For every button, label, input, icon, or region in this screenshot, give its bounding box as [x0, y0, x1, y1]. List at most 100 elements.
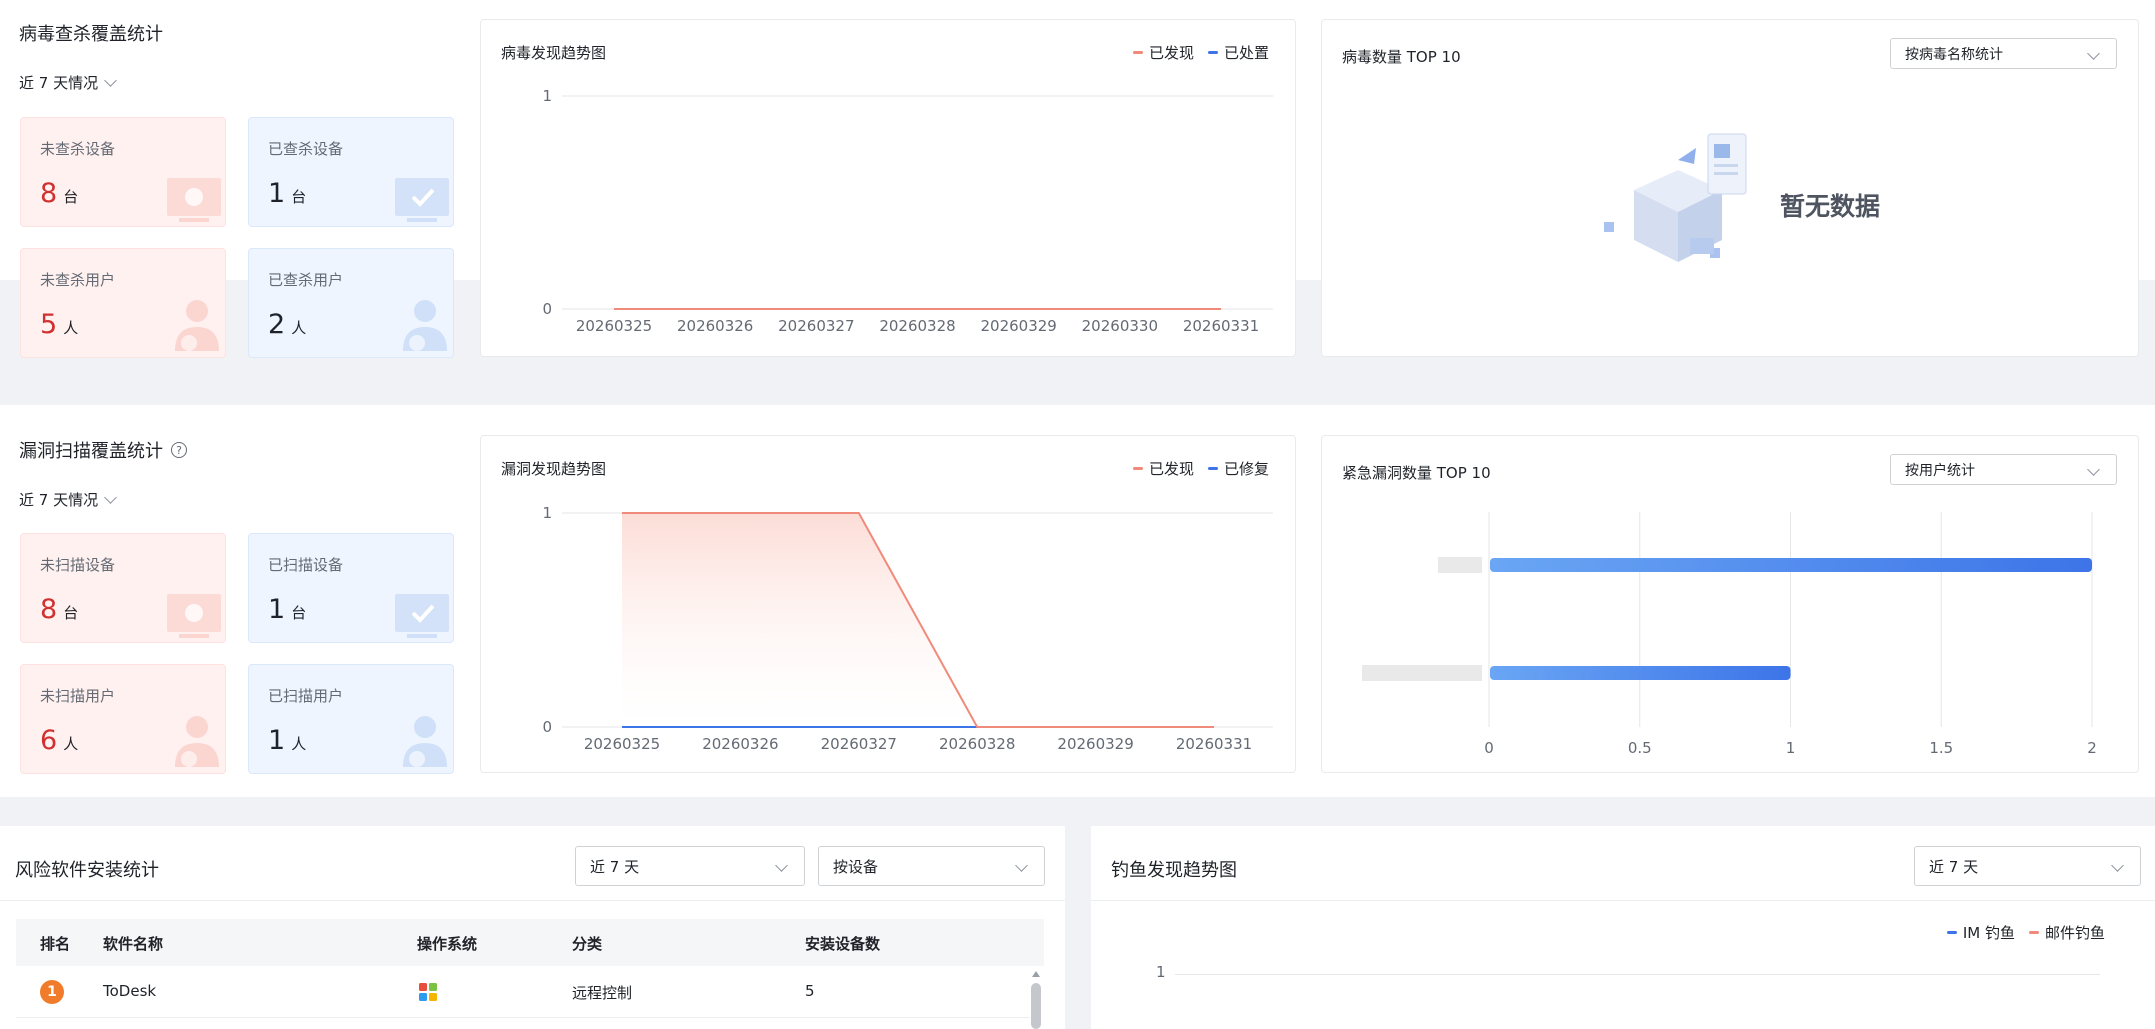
stat-label: 已查杀设备: [268, 140, 344, 158]
stat-value: 2: [268, 309, 286, 340]
x-tick-label: 1.5: [1929, 739, 1953, 757]
col-os: 操作系统: [417, 935, 478, 953]
user-virus-icon: [175, 300, 219, 351]
stat-card-unscanned-devices[interactable]: 未扫描设备 8台: [20, 533, 226, 643]
risk-software-title: 风险软件安装统计: [15, 860, 159, 881]
table-row[interactable]: 1 ToDesk 远程控制 5: [16, 966, 1030, 1018]
stat-value-wrap: 2人: [268, 309, 306, 340]
bar: [1490, 666, 1791, 680]
x-tick-label: 20260328: [879, 317, 955, 335]
stat-label: 未扫描设备: [40, 556, 116, 574]
stat-card-unscanned-users[interactable]: 未查杀用户 5人: [20, 248, 226, 358]
software-name: ToDesk: [103, 982, 157, 1000]
vuln-trend-chart: 0 1 20260325 20260326 20260327 20260328 202603…: [542, 504, 1273, 753]
stat-label: 已查杀用户: [268, 271, 344, 289]
stat-value-wrap: 1台: [268, 178, 306, 209]
stat-value: 5: [40, 309, 58, 340]
install-count: 5: [805, 982, 815, 1000]
col-software-name: 软件名称: [103, 935, 164, 953]
empty-data-illustration: [1604, 133, 1747, 262]
col-rank: 排名: [40, 935, 71, 953]
vuln-period-label: 近 7 天情况: [19, 491, 99, 509]
stat-value: 1: [268, 725, 286, 756]
stat-label: 已扫描用户: [268, 687, 344, 705]
stat-label: 未查杀设备: [40, 140, 116, 158]
risk-group-select[interactable]: 按设备: [818, 846, 1045, 886]
virus-trend-chart: 0 1 20260325 20260326 20260327 20260328 202603…: [542, 87, 1273, 335]
legend-label: 邮件钓鱼: [2044, 924, 2105, 942]
stat-label: 未扫描用户: [40, 687, 116, 705]
stat-unit: 台: [291, 188, 307, 206]
stat-card-unscanned-devices[interactable]: 未查杀设备 8台: [20, 117, 226, 227]
virus-top10-group-select[interactable]: 按病毒名称统计: [1890, 38, 2117, 69]
category-label-blurred: [1362, 665, 1482, 681]
x-tick-label: 0: [1484, 739, 1494, 757]
stat-value-wrap: 1台: [268, 594, 306, 625]
windows-icon: [419, 983, 437, 1001]
x-tick-label: 20260330: [1082, 317, 1158, 335]
virus-top10-card: 病毒数量 TOP 10 按病毒名称统计 暂无数据: [1321, 19, 2139, 357]
select-value: 按设备: [833, 857, 879, 876]
risk-software-panel: 风险软件安装统计 近 7 天 按设备 排名 软件名称 操作系统 分类 安装设备数…: [0, 826, 1065, 1029]
chevron-down-icon: [775, 859, 788, 872]
rank-badge: 1: [40, 980, 64, 1004]
bar: [1490, 558, 2092, 572]
x-tick-label: 20260329: [1057, 735, 1133, 753]
risk-period-select[interactable]: 近 7 天: [575, 846, 805, 886]
category: 远程控制: [572, 984, 633, 1002]
device-check-icon: [395, 594, 449, 638]
x-tick-label: 1: [1786, 739, 1796, 757]
stat-value: 1: [268, 594, 286, 625]
stat-card-unscanned-users[interactable]: 未扫描用户 6人: [20, 664, 226, 774]
x-tick-label: 20260325: [584, 735, 660, 753]
stat-unit: 人: [63, 319, 79, 337]
scroll-up-arrow[interactable]: [1032, 971, 1040, 977]
chevron-down-icon: [2111, 859, 2124, 872]
device-bug-icon: [167, 594, 221, 638]
x-tick-label: 20260329: [980, 317, 1056, 335]
x-tick-label: 2: [2087, 739, 2097, 757]
user-check-icon: [403, 716, 447, 767]
user-bug-icon: [175, 716, 219, 767]
device-check-icon: [395, 178, 449, 222]
stat-value-wrap: 1人: [268, 725, 306, 756]
y-tick-label: 1: [542, 504, 552, 522]
chevron-down-icon: [2087, 46, 2100, 60]
stat-value-wrap: 5人: [40, 309, 78, 340]
virus-top10-title: 病毒数量 TOP 10: [1342, 48, 1461, 66]
vuln-period-selector[interactable]: 近 7 天情况: [19, 489, 117, 510]
virus-period-selector[interactable]: 近 7 天情况: [19, 72, 117, 93]
stat-card-scanned-users[interactable]: 已扫描用户 1人: [248, 664, 454, 774]
stat-unit: 人: [291, 319, 307, 337]
phishing-period-select[interactable]: 近 7 天: [1914, 846, 2141, 886]
select-value: 近 7 天: [1929, 857, 1979, 876]
gridline: [1175, 974, 2100, 975]
legend-item-im[interactable]: IM 钓鱼: [1946, 922, 2015, 943]
y-tick-label: 1: [542, 87, 552, 105]
vuln-trend-card: 漏洞发现趋势图 已发现 已修复 0 1 20260325 20260326 202603…: [480, 435, 1296, 773]
vuln-section-title: 漏洞扫描覆盖统计: [19, 441, 163, 462]
stat-unit: 台: [63, 604, 79, 622]
stat-card-scanned-devices[interactable]: 已查杀设备 1台: [248, 117, 454, 227]
legend-item-email[interactable]: 邮件钓鱼: [2028, 922, 2105, 943]
scroll-thumb[interactable]: [1031, 983, 1041, 1029]
x-tick-label: 20260327: [821, 735, 897, 753]
stat-value: 8: [40, 178, 58, 209]
stat-value-wrap: 8台: [40, 178, 78, 209]
chevron-down-icon: [104, 490, 117, 504]
x-tick-label: 20260331: [1176, 735, 1252, 753]
vuln-top10-card: 紧急漏洞数量 TOP 10 按用户统计 0 0.5 1 1.5 2: [1321, 435, 2139, 773]
virus-trend-card: 病毒发现趋势图 已发现 已处置 0 1 20260325 20260326 202603…: [480, 19, 1296, 357]
x-tick-label: 20260325: [576, 317, 652, 335]
x-tick-label: 20260331: [1183, 317, 1259, 335]
stat-value: 8: [40, 594, 58, 625]
y-tick-label: 0: [542, 718, 552, 736]
help-icon[interactable]: ?: [171, 442, 187, 458]
stat-card-scanned-users[interactable]: 已查杀用户 2人: [248, 248, 454, 358]
vuln-top10-bar-chart: 0 0.5 1 1.5 2: [1362, 512, 2097, 757]
stat-card-scanned-devices[interactable]: 已扫描设备 1台: [248, 533, 454, 643]
x-tick-label: 20260326: [677, 317, 753, 335]
table-scrollbar[interactable]: [1030, 971, 1042, 1029]
empty-data-text: 暂无数据: [1780, 192, 1881, 221]
stat-value-wrap: 6人: [40, 725, 78, 756]
